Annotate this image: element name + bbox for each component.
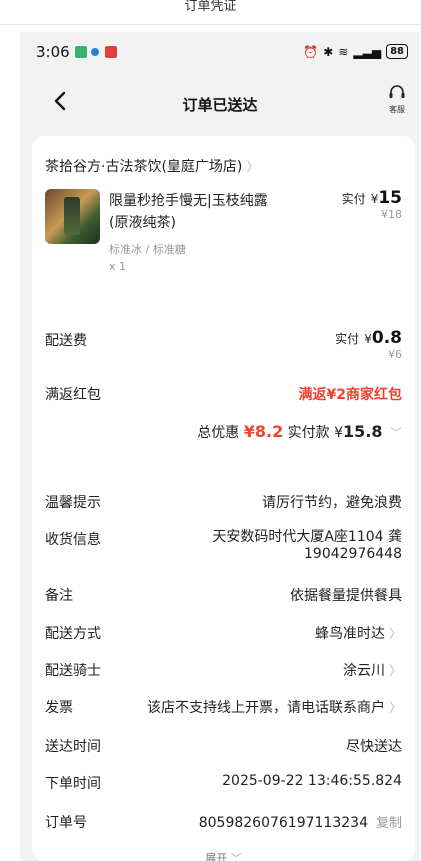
shop-name: 茶拾谷方·古法茶饮(皇庭广场店): [45, 159, 243, 175]
product-name[interactable]: 限量秒抢手慢无|玉枝纯露 (原液纯茶): [109, 190, 309, 234]
rider-label: 配送骑士: [45, 663, 101, 679]
copy-button[interactable]: 复制: [376, 816, 402, 831]
address-value: 天安数码时代大厦A座1104 龚 19042976448: [212, 529, 402, 563]
screenshot-caption-bar: 订单凭证: [0, 0, 421, 25]
note-label: 备注: [45, 588, 73, 604]
arrive-time-value: 尽快送达: [346, 739, 402, 755]
delivery-original: ¥6: [388, 348, 402, 361]
service-label: 客服: [389, 105, 405, 114]
invoice-text: 该店不支持线上开票，请电话联系商户: [146, 700, 385, 716]
app-notification-icon: [75, 46, 87, 58]
pay-value: 15.8: [343, 422, 383, 441]
app-notification-icon-2: [105, 46, 117, 58]
address-phone: 19042976448: [304, 546, 402, 562]
pay-label: 实付款: [287, 425, 330, 441]
tip-label: 温馨提示: [45, 495, 101, 511]
product-spec: 标准冰 / 标准糖: [109, 243, 186, 256]
product-name-line2: (原液纯茶): [109, 215, 176, 231]
red-packet-label: 满返红包: [45, 387, 101, 403]
expand-button[interactable]: 展开 ﹀: [32, 850, 415, 861]
chevron-down-icon: ﹀: [230, 852, 242, 861]
phone-screen: 3:06 ⏰ ✱ ≋ ▂▃▅ 88 订单已送达 客服 茶拾谷方·古法茶饮(皇庭广…: [20, 32, 420, 861]
delivery-fee-label: 配送费: [45, 333, 87, 349]
product-paid-price: 实付 ¥15 ¥18: [342, 188, 402, 221]
delivery-paid-label: 实付: [335, 332, 360, 346]
delivery-fee-value: 实付 ¥0.8 ¥6: [335, 328, 402, 361]
chevron-right-icon: 〉: [388, 664, 402, 679]
pay-currency: ¥: [334, 425, 344, 441]
bluetooth-icon: ✱: [323, 44, 334, 59]
page-title: 订单已送达: [182, 96, 258, 114]
nav-bar: 订单已送达 客服: [20, 84, 420, 124]
drink-cup-graphic: [64, 197, 80, 235]
battery-icon: 88: [386, 44, 408, 59]
signal-icon: ▂▃▅: [353, 44, 382, 59]
chevron-right-icon: 〉: [388, 701, 402, 716]
order-number: 8059826076197113234: [198, 815, 368, 831]
arrive-time-label: 送达时间: [45, 739, 101, 755]
status-indicators: ⏰ ✱ ≋ ▂▃▅ 88: [303, 44, 408, 59]
customer-service-button[interactable]: 客服: [384, 84, 410, 115]
delivery-amount: 0.8: [371, 328, 402, 348]
address-label: 收货信息: [45, 532, 101, 548]
order-summary[interactable]: 总优惠 ¥8.2 实付款 ¥15.8 ﹀: [197, 422, 402, 442]
product-image[interactable]: [45, 189, 100, 244]
alarm-icon: ⏰: [303, 44, 319, 59]
headset-icon: [389, 85, 405, 98]
order-time-value: 2025-09-22 13:46:55.824: [222, 773, 402, 789]
delivery-method-text: 蜂鸟准时达: [314, 626, 385, 642]
original-price: ¥18: [381, 208, 402, 221]
discount-label: 总优惠: [197, 425, 240, 441]
rider-name: 涂云川: [342, 663, 385, 679]
order-time-label: 下单时间: [45, 776, 101, 792]
caption-text: 订单凭证: [184, 0, 237, 14]
red-packet-value: 满返¥2商家红包: [298, 387, 402, 403]
chevron-right-icon: 〉: [388, 627, 402, 642]
delivery-method-value[interactable]: 蜂鸟准时达〉: [315, 623, 402, 643]
address-line: 天安数码时代大厦A座1104 龚: [212, 529, 402, 545]
expand-label: 展开: [205, 852, 228, 861]
status-bar: 3:06 ⏰ ✱ ≋ ▂▃▅ 88: [20, 40, 420, 66]
product-quantity: x 1: [109, 260, 127, 273]
discount-value: ¥8.2: [243, 422, 284, 441]
rider-value[interactable]: 涂云川〉: [343, 660, 402, 680]
order-no-value: 8059826076197113234 复制: [199, 812, 402, 831]
invoice-value[interactable]: 该店不支持线上开票，请电话联系商户〉: [147, 697, 402, 717]
note-value: 依据餐量提供餐具: [290, 588, 402, 604]
shop-link[interactable]: 茶拾谷方·古法茶饮(皇庭广场店) 〉: [45, 156, 259, 176]
status-time: 3:06: [36, 43, 70, 61]
tip-value: 请厉行节约，避免浪费: [262, 495, 402, 511]
dot-notification-icon: [91, 48, 99, 56]
delivery-method-label: 配送方式: [45, 626, 101, 642]
order-no-label: 订单号: [45, 815, 87, 831]
chevron-down-icon: ﹀: [389, 426, 402, 440]
delivery-currency: ¥: [364, 332, 372, 346]
invoice-label: 发票: [45, 700, 73, 716]
wifi-icon: ≋: [338, 44, 349, 59]
order-card: 茶拾谷方·古法茶饮(皇庭广场店) 〉 限量秒抢手慢无|玉枝纯露 (原液纯茶) 标准…: [32, 136, 415, 861]
chevron-right-icon: 〉: [246, 160, 260, 175]
paid-label: 实付: [341, 192, 366, 206]
paid-amount: 15: [378, 188, 402, 208]
product-name-line1: 限量秒抢手慢无|玉枝纯露: [109, 193, 268, 209]
